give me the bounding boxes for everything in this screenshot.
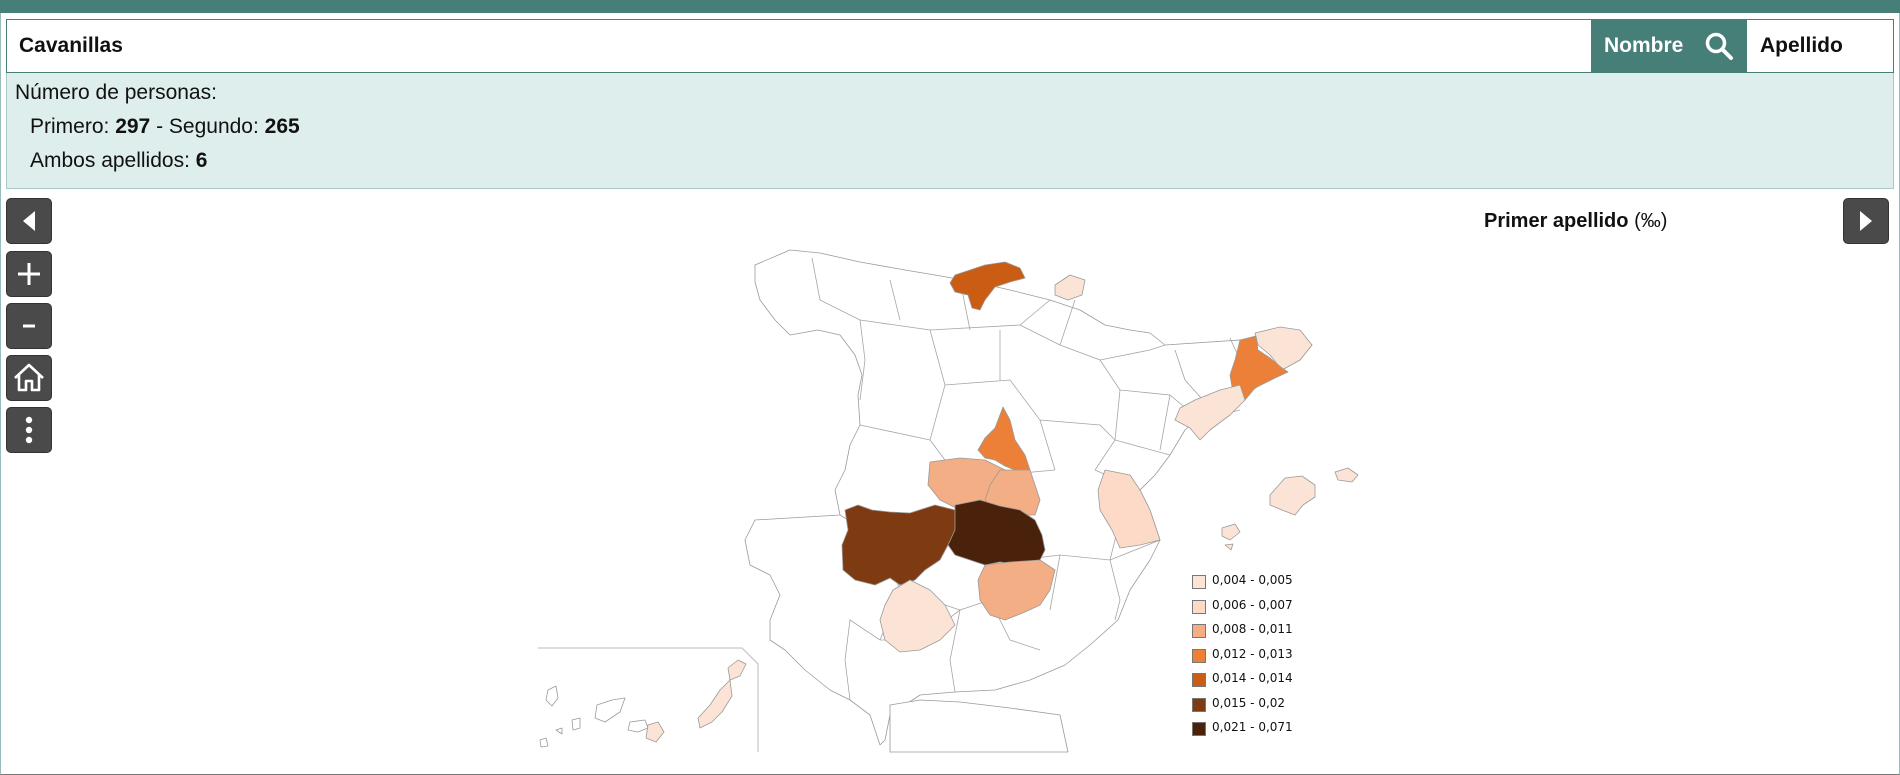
legend-label: 0,006 - 0,007 xyxy=(1212,597,1293,612)
region-menorca xyxy=(1334,467,1359,483)
legend-swatch xyxy=(1192,722,1206,736)
region-ibiza xyxy=(1221,523,1241,541)
legend-label: 0,008 - 0,011 xyxy=(1212,622,1293,636)
legend-swatch xyxy=(1192,648,1206,663)
legend-label: 0,012 - 0,013 xyxy=(1212,646,1293,661)
region-gran-canaria xyxy=(645,721,665,743)
legend-swatch xyxy=(1192,599,1206,614)
legend-swatch xyxy=(1192,697,1206,712)
legend-swatch xyxy=(1192,624,1206,638)
region-fuerteventura xyxy=(697,679,733,729)
canary-islands xyxy=(539,685,649,748)
north-africa-outline xyxy=(889,699,1069,753)
legend-label: 0,004 - 0,005 xyxy=(1212,573,1293,587)
region-lanzarote xyxy=(727,659,747,681)
legend-swatch xyxy=(1192,575,1206,589)
legend-label: 0,015 - 0,02 xyxy=(1212,695,1286,710)
legend-swatch xyxy=(1192,673,1206,687)
spain-choropleth-map xyxy=(538,249,1359,753)
region-formentera xyxy=(1224,543,1234,551)
legend-label: 0,014 - 0,014 xyxy=(1212,671,1293,685)
region-alava xyxy=(1054,274,1086,301)
legend-label: 0,021 - 0,071 xyxy=(1212,720,1293,734)
region-mallorca xyxy=(1269,475,1316,516)
